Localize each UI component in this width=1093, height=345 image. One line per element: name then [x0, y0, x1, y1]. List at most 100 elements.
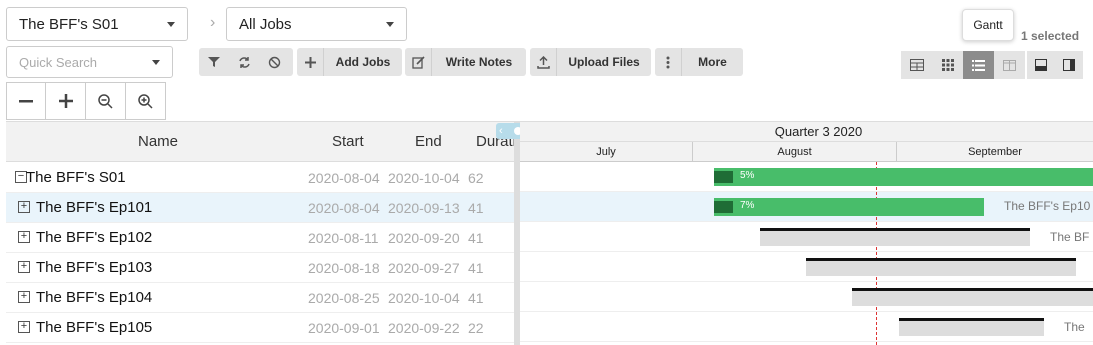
chevron-down-icon [152, 59, 160, 65]
row-duration: 22 [468, 320, 484, 336]
expand-button[interactable] [46, 82, 86, 120]
expand-toggle[interactable]: + [18, 201, 30, 213]
gantt-bar-summary[interactable]: 5% [714, 168, 1093, 186]
gantt-view-button[interactable] [963, 51, 994, 79]
row-divider [520, 251, 1093, 252]
column-start[interactable]: Start [332, 122, 364, 162]
month-header: July August September [520, 142, 1093, 162]
add-jobs-button[interactable]: Add Jobs [297, 48, 402, 76]
columns-icon [1003, 59, 1016, 71]
zoom-controls [6, 82, 166, 120]
plus-icon [58, 94, 73, 108]
table-row[interactable]: + The BFF's Ep101 2020-08-04 2020-09-13 … [6, 193, 516, 223]
breadcrumb-separator: › [210, 14, 216, 31]
quarter-header: Quarter 3 2020 [520, 121, 1093, 142]
bar-label: The [1064, 320, 1085, 334]
table-row[interactable]: + The BFF's Ep105 2020-09-01 2020-09-22 … [6, 313, 516, 343]
progress-fill [714, 201, 733, 213]
split-view-button[interactable] [994, 51, 1025, 79]
row-divider [520, 311, 1093, 312]
collapse-button[interactable] [6, 82, 46, 120]
row-end: 2020-10-04 [388, 170, 460, 186]
zoom-in-icon [138, 93, 153, 109]
panel-switcher [1027, 51, 1083, 79]
project-select[interactable]: The BFF's S01 [6, 7, 188, 41]
today-marker [876, 162, 877, 345]
row-end: 2020-10-04 [388, 290, 460, 306]
more-vertical-icon [655, 56, 681, 69]
bottom-panel-button[interactable] [1027, 51, 1055, 79]
month-label: July [520, 142, 693, 162]
gantt-tooltip: Gantt [962, 9, 1014, 41]
row-end: 2020-09-22 [388, 320, 460, 336]
zoom-in-button[interactable] [126, 82, 166, 120]
row-name: The BFF's S01 [26, 169, 126, 186]
row-start: 2020-09-01 [308, 320, 380, 336]
edit-icon [405, 55, 431, 69]
table-icon [909, 59, 924, 71]
clear-filter-icon[interactable] [259, 56, 289, 69]
expand-toggle[interactable]: + [18, 291, 30, 303]
row-duration: 41 [468, 230, 484, 246]
chevron-left-icon[interactable]: ‹ [499, 125, 503, 137]
expand-toggle[interactable]: + [18, 231, 30, 243]
zoom-out-button[interactable] [86, 82, 126, 120]
row-name: The BFF's Ep101 [36, 199, 153, 216]
row-end: 2020-09-20 [388, 230, 460, 246]
column-end[interactable]: End [415, 122, 442, 162]
grid-icon [941, 59, 954, 71]
row-duration: 41 [468, 260, 484, 276]
table-row[interactable]: − The BFF's S01 2020-08-04 2020-10-04 62 [6, 163, 516, 193]
quick-search-select[interactable]: Quick Search [6, 46, 173, 78]
selected-count: 1 selected [1021, 29, 1080, 43]
progress-label: 5% [740, 170, 755, 181]
jobs-select-value: All Jobs [239, 15, 292, 33]
gantt-bar[interactable] [760, 228, 1030, 246]
refresh-icon[interactable] [229, 56, 259, 69]
minus-icon [19, 99, 33, 102]
row-start: 2020-08-04 [308, 200, 380, 216]
table-row[interactable]: + The BFF's Ep102 2020-08-11 2020-09-20 … [6, 223, 516, 253]
expand-toggle[interactable]: + [18, 321, 30, 333]
gantt-body: 5% 7% The BFF's Ep10 The BF The [520, 162, 1093, 345]
progress-fill [714, 171, 733, 183]
upload-icon [530, 55, 556, 69]
row-name: The BFF's Ep102 [36, 229, 153, 246]
gantt-bar[interactable]: 7% [714, 198, 984, 216]
gantt-bar[interactable] [852, 288, 1093, 306]
month-label: September [968, 146, 1022, 158]
row-start: 2020-08-04 [308, 170, 380, 186]
jobs-select[interactable]: All Jobs [226, 7, 407, 41]
row-end: 2020-09-27 [388, 260, 460, 276]
gantt-bar[interactable] [899, 318, 1044, 336]
row-divider [520, 191, 1093, 192]
column-name[interactable]: Name [138, 122, 178, 162]
more-button[interactable]: More [655, 48, 743, 76]
gantt-bar[interactable] [806, 258, 1076, 276]
zoom-out-icon [98, 93, 113, 109]
row-duration: 41 [468, 200, 484, 216]
row-name: The BFF's Ep103 [36, 259, 153, 276]
row-start: 2020-08-18 [308, 260, 380, 276]
right-panel-button[interactable] [1055, 51, 1083, 79]
table-row[interactable]: + The BFF's Ep104 2020-08-25 2020-10-04 … [6, 283, 516, 313]
row-duration: 41 [468, 290, 484, 306]
row-divider [520, 281, 1093, 282]
grid-header: Name Start End Durati [6, 121, 516, 162]
grid-view-button[interactable] [932, 51, 963, 79]
filter-icon[interactable] [199, 56, 229, 68]
table-row[interactable]: + The BFF's Ep103 2020-08-18 2020-09-27 … [6, 253, 516, 283]
table-view-button[interactable] [901, 51, 932, 79]
write-notes-button[interactable]: Write Notes [405, 48, 526, 76]
add-jobs-label: Add Jobs [335, 55, 391, 69]
gantt-chart: Quarter 3 2020 July August September 5% … [520, 121, 1093, 345]
upload-files-button[interactable]: Upload Files [530, 48, 651, 76]
upload-files-label: Upload Files [568, 55, 640, 69]
progress-label: 7% [740, 200, 755, 211]
project-select-value: The BFF's S01 [19, 15, 119, 33]
view-switcher [901, 51, 1025, 79]
quick-search-placeholder: Quick Search [19, 54, 98, 70]
bar-label: The BFF's Ep10 [1004, 199, 1091, 213]
row-end: 2020-09-13 [388, 200, 460, 216]
expand-toggle[interactable]: + [18, 261, 30, 273]
